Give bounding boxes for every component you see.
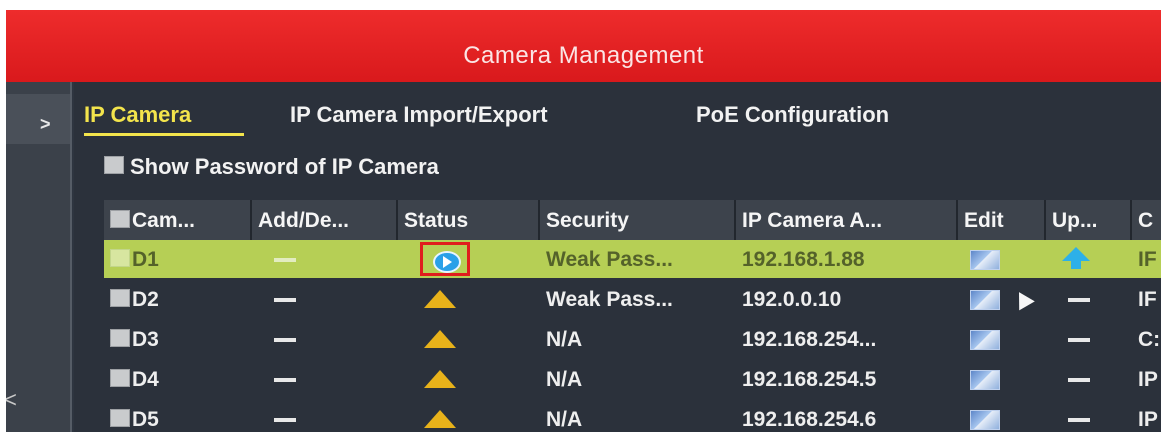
security-cell: N/A (546, 408, 583, 431)
chevron-left-icon[interactable]: < (6, 387, 17, 413)
add-delete-cell[interactable] (252, 280, 398, 318)
column-header-camera[interactable]: Cam... (104, 200, 252, 240)
table-row[interactable]: D4 N/A 192.168.254.5 IP (104, 360, 1161, 398)
upgrade-cell (1046, 320, 1132, 358)
security-cell: N/A (546, 368, 583, 391)
row-checkbox[interactable] (110, 409, 130, 428)
camera-cell: D3 (104, 320, 252, 358)
status-cell[interactable] (398, 400, 540, 432)
tab-ip-camera[interactable]: IP Camera (84, 102, 191, 128)
status-cell[interactable] (398, 240, 540, 278)
edit-icon[interactable] (970, 370, 1000, 390)
nav-expand-button[interactable]: > (6, 94, 70, 144)
ip-address-cell: 192.168.254... (742, 328, 877, 351)
camera-cell: D4 (104, 360, 252, 398)
upgrade-cell[interactable] (1046, 240, 1132, 278)
upgrade-cell (1046, 360, 1132, 398)
play-icon[interactable] (433, 251, 461, 273)
column-header-ip-address[interactable]: IP Camera A... (736, 200, 958, 240)
ip-address-cell: 192.168.254.5 (742, 368, 877, 391)
show-password-option[interactable]: Show Password of IP Camera (104, 154, 439, 180)
table-row[interactable]: D2 Weak Pass... 192.0.0.10 IF (104, 280, 1161, 318)
tab-poe-configuration[interactable]: PoE Configuration (696, 102, 889, 128)
table-header: Cam... Add/De... Status Security IP Came… (104, 200, 1161, 240)
column-header-more[interactable]: C (1132, 200, 1161, 240)
warning-icon[interactable] (424, 330, 456, 348)
row-checkbox[interactable] (110, 289, 130, 308)
security-cell: Weak Pass... (546, 288, 673, 311)
ip-address-cell: 192.168.254.6 (742, 408, 877, 431)
nvr-screen: Camera Management > < IP Camera IP Camer… (6, 10, 1161, 432)
chevron-right-icon: > (40, 114, 51, 134)
show-password-label: Show Password of IP Camera (130, 154, 439, 179)
upgrade-cell (1046, 400, 1132, 432)
extra-cell: IP (1138, 408, 1158, 431)
select-all-checkbox[interactable] (110, 210, 130, 229)
left-nav: > < (6, 82, 72, 432)
camera-cell: D1 (104, 240, 252, 278)
column-header-add-delete[interactable]: Add/De... (252, 200, 398, 240)
camera-cell: D2 (104, 280, 252, 318)
active-tab-underline (84, 133, 244, 136)
edit-cell[interactable] (958, 320, 1046, 358)
upgrade-icon[interactable] (1062, 247, 1090, 269)
show-password-checkbox[interactable] (104, 156, 124, 175)
security-cell: N/A (546, 328, 583, 351)
status-cell[interactable] (398, 320, 540, 358)
upgrade-cell (1046, 280, 1132, 318)
edit-icon[interactable] (970, 330, 1000, 350)
dash-icon (274, 258, 296, 263)
edit-icon[interactable] (970, 290, 1000, 310)
column-header-status[interactable]: Status (398, 200, 540, 240)
ip-address-cell: 192.168.1.88 (742, 248, 865, 271)
dash-icon (274, 418, 296, 423)
camera-management-panel: IP Camera IP Camera Import/Export PoE Co… (74, 82, 1161, 432)
row-checkbox[interactable] (110, 249, 130, 268)
highlight-box (420, 242, 470, 276)
edit-cell[interactable] (958, 240, 1046, 278)
title-bar: Camera Management (6, 10, 1161, 82)
window-title: Camera Management (463, 42, 704, 69)
dash-icon (274, 298, 296, 303)
camera-cell: D5 (104, 400, 252, 432)
extra-cell: C: (1138, 328, 1161, 351)
edit-cell[interactable] (958, 400, 1046, 432)
edit-icon[interactable] (970, 410, 1000, 430)
column-header-upgrade[interactable]: Up... (1046, 200, 1132, 240)
warning-icon[interactable] (424, 410, 456, 428)
dash-icon (274, 378, 296, 383)
extra-cell: IP (1138, 368, 1158, 391)
row-checkbox[interactable] (110, 369, 130, 388)
add-delete-cell[interactable] (252, 360, 398, 398)
table-row[interactable]: D1 Weak Pass... 192.168.1.88 IF (104, 240, 1161, 278)
add-delete-cell[interactable] (252, 240, 398, 278)
status-cell[interactable] (398, 280, 540, 318)
extra-cell: IF (1138, 288, 1157, 311)
column-header-edit[interactable]: Edit (958, 200, 1046, 240)
edit-icon[interactable] (970, 250, 1000, 270)
tab-ip-camera-import-export[interactable]: IP Camera Import/Export (290, 102, 548, 128)
edit-cell[interactable] (958, 360, 1046, 398)
add-delete-cell[interactable] (252, 400, 398, 432)
warning-icon[interactable] (424, 290, 456, 308)
status-cell[interactable] (398, 360, 540, 398)
add-delete-cell[interactable] (252, 320, 398, 358)
camera-table: Cam... Add/De... Status Security IP Came… (104, 200, 1161, 432)
security-cell: Weak Pass... (546, 248, 673, 271)
warning-icon[interactable] (424, 370, 456, 388)
dash-icon (1068, 418, 1090, 423)
dash-icon (1068, 378, 1090, 383)
dash-icon (1068, 298, 1090, 303)
table-row[interactable]: D5 N/A 192.168.254.6 IP (104, 400, 1161, 432)
extra-cell: IF (1138, 248, 1157, 271)
dash-icon (1068, 338, 1090, 343)
dash-icon (274, 338, 296, 343)
ip-address-cell: 192.0.0.10 (742, 288, 842, 311)
column-header-security[interactable]: Security (540, 200, 736, 240)
row-checkbox[interactable] (110, 329, 130, 348)
table-row[interactable]: D3 N/A 192.168.254... C: (104, 320, 1161, 358)
